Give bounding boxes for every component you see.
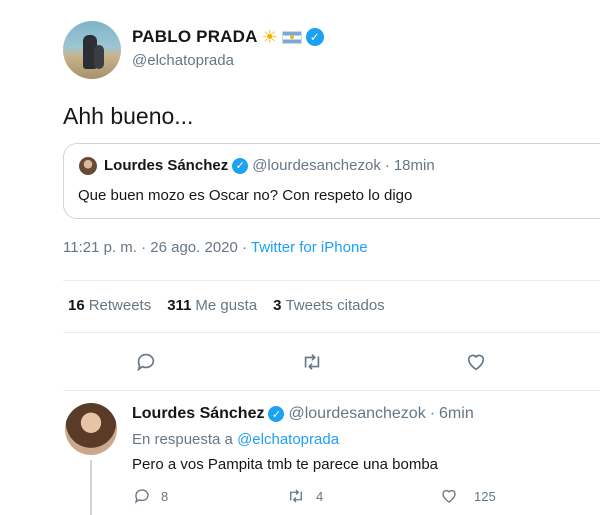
heart-icon <box>467 354 485 371</box>
reply-reply-button[interactable]: 8 <box>133 487 168 505</box>
tweet-client-link[interactable]: Twitter for iPhone <box>251 239 368 256</box>
in-reply-handle-link[interactable]: @elchatoprada <box>237 431 339 448</box>
author-handle[interactable]: @elchatoprada <box>132 52 234 69</box>
quoted-tweet-card[interactable]: Lourdes Sánchez ✓ @lourdesanchezok · 18m… <box>63 143 600 219</box>
reply-separator: · <box>429 405 436 422</box>
heart-icon <box>442 489 456 503</box>
quoted-tweet-header: Lourdes Sánchez ✓ @lourdesanchezok · 18m… <box>104 157 435 174</box>
reply-like-count: 125 <box>474 488 496 504</box>
reply-reply-count: 8 <box>161 488 169 504</box>
tweet-stats: 16 Retweets 311 Me gusta 3 Tweets citados <box>68 297 385 314</box>
quoted-author-handle: @lourdesanchezok <box>252 157 381 174</box>
reply-like-button[interactable]: 125 <box>440 487 496 505</box>
retweet-icon <box>304 354 320 370</box>
quoted-time: 18min <box>393 157 435 174</box>
reply-retweet-button[interactable]: 4 <box>286 487 323 505</box>
thread-line <box>90 460 92 515</box>
reply-text: Pero a vos Pampita tmb te parece una bom… <box>132 456 439 473</box>
quotes-count: 3 <box>273 297 282 314</box>
tweet-actions <box>0 350 600 374</box>
likes-label: Me gusta <box>195 297 258 314</box>
reply-icon <box>134 489 149 504</box>
in-reply-prefix: En respuesta a <box>132 431 233 448</box>
reply-header: Lourdes Sánchez ✓ @lourdesanchezok · 6mi… <box>132 405 474 423</box>
like-button[interactable] <box>464 350 488 374</box>
tweet-timestamp[interactable]: 11:21 p. m. · 26 ago. 2020 · <box>63 239 247 256</box>
divider <box>63 332 600 333</box>
divider <box>63 280 600 281</box>
retweets-stat[interactable]: 16 Retweets <box>68 297 151 314</box>
divider <box>63 390 600 391</box>
argentina-flag-icon <box>281 30 302 44</box>
reply-button[interactable] <box>134 350 158 374</box>
sun-emoji-icon: ☀ <box>261 27 278 47</box>
reply-icon <box>137 353 155 372</box>
likes-count: 311 <box>167 297 192 314</box>
in-reply-to: En respuesta a @elchatoprada <box>132 431 339 448</box>
quoted-author-name: Lourdes Sánchez <box>104 157 229 174</box>
avatar-figure-2 <box>94 45 104 69</box>
retweet-button[interactable] <box>300 350 324 374</box>
author-name[interactable]: PABLO PRADA <box>132 27 258 47</box>
retweets-label: Retweets <box>88 297 152 314</box>
quoted-tweet-text: Que buen mozo es Oscar no? Con respeto l… <box>78 187 413 204</box>
verified-badge-icon: ✓ <box>305 28 324 46</box>
tweet-text: Ahh bueno... <box>63 103 194 129</box>
reply-author-handle[interactable]: @lourdesanchezok <box>288 405 425 423</box>
author-avatar[interactable] <box>63 21 121 79</box>
likes-stat[interactable]: 311 Me gusta <box>167 297 257 314</box>
verified-badge-icon: ✓ <box>268 406 285 422</box>
tweet-meta: 11:21 p. m. · 26 ago. 2020 · Twitter for… <box>63 239 368 256</box>
reply-retweet-count: 4 <box>316 488 324 504</box>
quotes-stat[interactable]: 3 Tweets citados <box>273 297 385 314</box>
quoted-separator: · <box>384 157 390 174</box>
reply-author-avatar[interactable] <box>65 403 117 455</box>
retweet-icon <box>290 489 302 503</box>
retweets-count: 16 <box>68 297 85 314</box>
verified-badge-icon: ✓ <box>232 157 249 174</box>
quoted-author-avatar <box>79 157 97 175</box>
quotes-label: Tweets citados <box>285 297 385 314</box>
reply-author-name[interactable]: Lourdes Sánchez <box>132 405 264 423</box>
reply-time[interactable]: 6min <box>439 405 474 423</box>
author-name-row: PABLO PRADA ☀ ✓ <box>132 27 324 47</box>
